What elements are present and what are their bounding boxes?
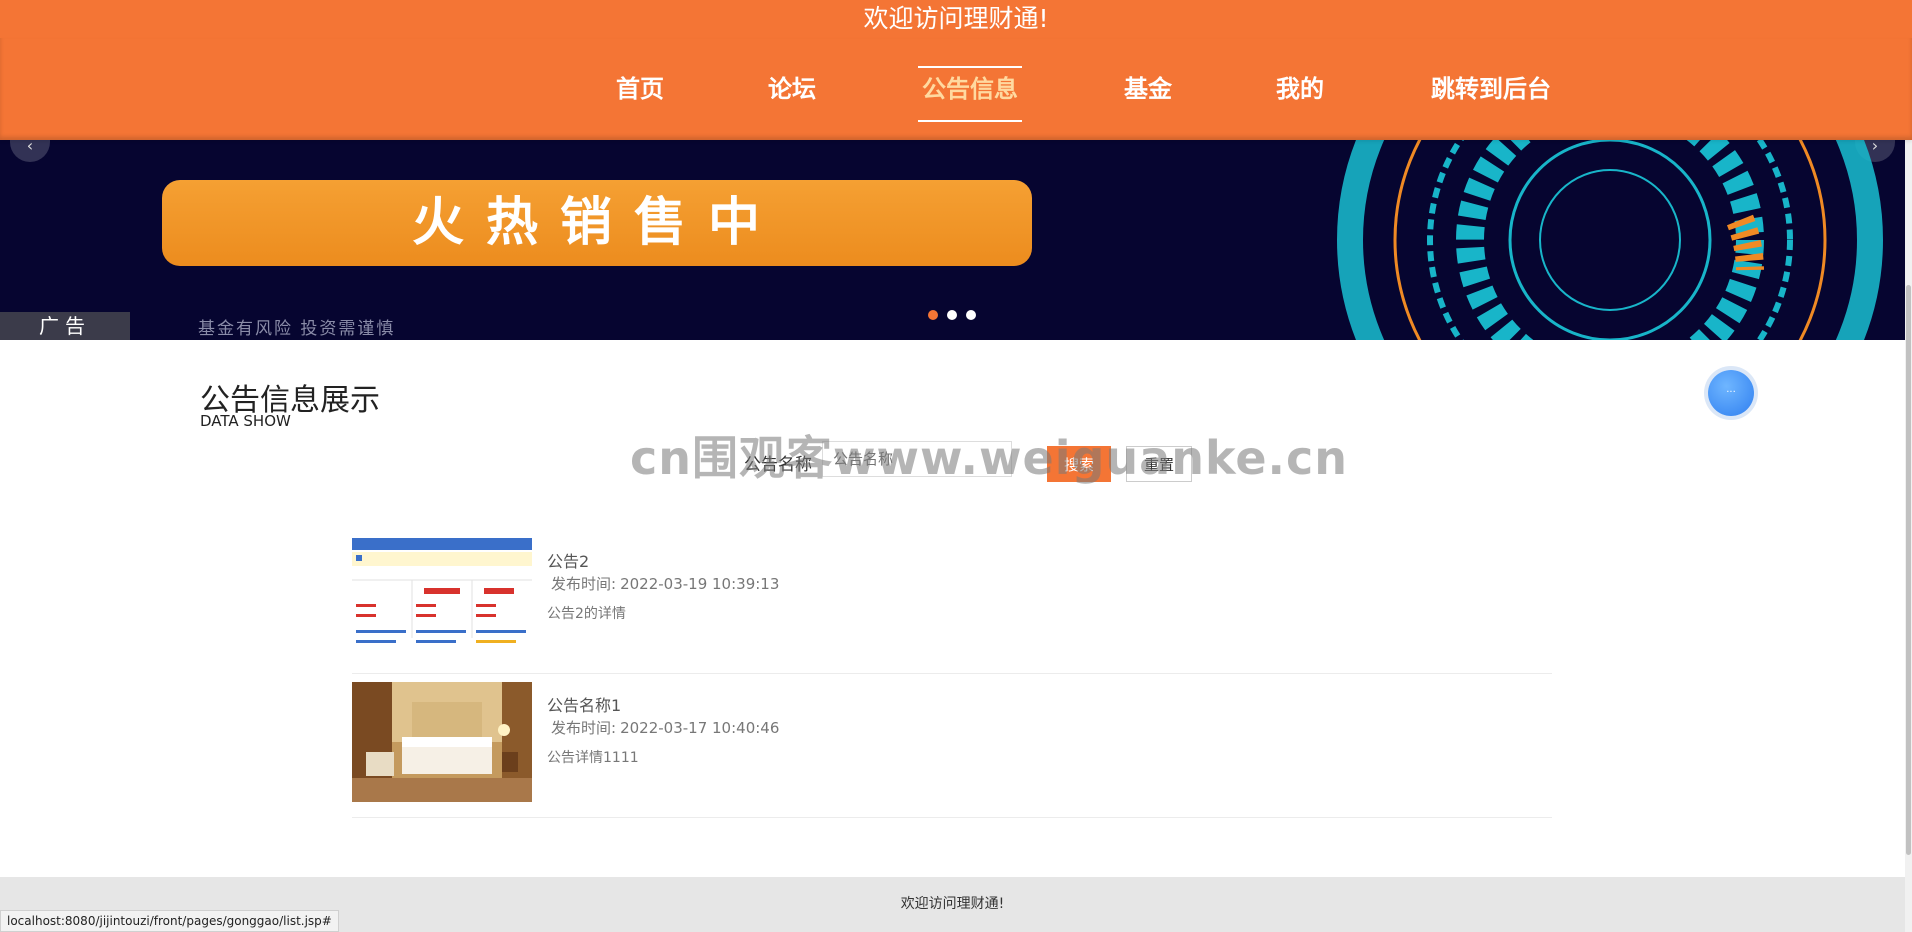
banner-headline: 火热销售中 <box>162 180 1032 266</box>
announcement-time: 发布时间: 2022-03-17 10:40:46 <box>547 717 779 738</box>
announcement-time: 发布时间: 2022-03-19 10:39:13 <box>547 573 779 594</box>
main-nav: 首页 论坛 公告信息 基金 我的 跳转到后台 <box>0 38 1912 140</box>
floating-assistant-button[interactable]: ··· <box>1708 370 1754 416</box>
page: 欢迎访问理财通! 首页 论坛 公告信息 基金 我的 跳转到后台 ‹ › 火热销售… <box>0 0 1912 932</box>
search-label: 公告名称 <box>744 455 812 475</box>
time-value: 2022-03-19 10:39:13 <box>620 575 780 593</box>
time-value: 2022-03-17 10:40:46 <box>620 719 780 737</box>
reset-button[interactable]: 重置 <box>1126 446 1192 482</box>
nav-item-fund[interactable]: 基金 <box>1120 38 1176 140</box>
search-input[interactable] <box>822 441 1012 477</box>
nav-item-home[interactable]: 首页 <box>612 38 668 140</box>
scrollbar-thumb[interactable] <box>1906 285 1911 855</box>
time-label: 发布时间: <box>551 575 617 593</box>
page-scrollbar[interactable] <box>1905 140 1912 932</box>
carousel-dot[interactable] <box>947 310 957 320</box>
time-label: 发布时间: <box>551 719 617 737</box>
announcement-thumbnail[interactable] <box>352 682 532 802</box>
announcement-desc: 公告2的详情 <box>547 606 626 622</box>
search-button[interactable]: 搜索 <box>1047 446 1111 482</box>
carousel-indicators <box>928 310 976 320</box>
banner-risk-warning: 基金有风险 投资需谨慎 <box>198 319 396 339</box>
carousel-dot[interactable] <box>966 310 976 320</box>
list-item[interactable]: 公告名称1 发布时间: 2022-03-17 10:40:46 公告详情1111 <box>352 674 1552 818</box>
ad-carousel[interactable]: ‹ › 火热销售中 广告 基金有风险 投资需谨慎 <box>0 140 1905 340</box>
nav-item-announcements[interactable]: 公告信息 <box>918 38 1022 140</box>
tech-circle-graphic <box>1337 140 1883 340</box>
announcement-thumbnail[interactable] <box>352 538 532 658</box>
nav-item-mine[interactable]: 我的 <box>1272 38 1328 140</box>
carousel-dot[interactable] <box>928 310 938 320</box>
list-item[interactable]: 公告2 发布时间: 2022-03-19 10:39:13 公告2的详情 <box>352 530 1552 674</box>
nav-item-admin[interactable]: 跳转到后台 <box>1424 38 1558 140</box>
carousel-prev-arrow[interactable]: ‹ <box>10 140 50 162</box>
announcement-desc: 公告详情1111 <box>547 750 639 766</box>
status-bar-url: localhost:8080/jijintouzi/front/pages/go… <box>0 910 339 932</box>
announcement-title[interactable]: 公告2 <box>547 548 589 572</box>
welcome-banner: 欢迎访问理财通! <box>0 0 1912 38</box>
section-subtitle: DATA SHOW <box>200 412 291 430</box>
nav-item-forum[interactable]: 论坛 <box>764 38 820 140</box>
announcement-list: 公告2 发布时间: 2022-03-19 10:39:13 公告2的详情 公告名… <box>352 530 1552 818</box>
announcement-title[interactable]: 公告名称1 <box>547 692 621 716</box>
banner-ad-tag: 广告 <box>0 312 130 340</box>
